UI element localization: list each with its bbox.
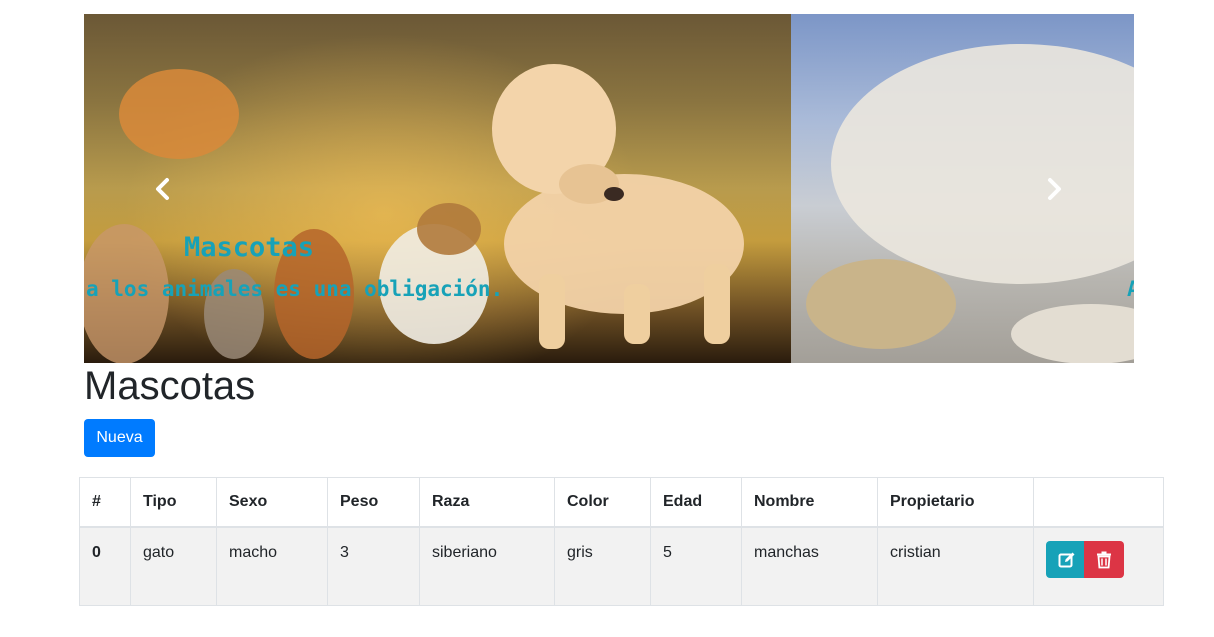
carousel-next-button[interactable] bbox=[1039, 174, 1069, 204]
column-header-edad: Edad bbox=[650, 477, 742, 528]
column-header-number: # bbox=[79, 477, 131, 528]
column-header-peso: Peso bbox=[327, 477, 420, 528]
cell-sexo: macho bbox=[216, 526, 328, 606]
cell-raza: siberiano bbox=[419, 526, 555, 606]
carousel-next-caption-peek: A bbox=[1127, 277, 1134, 301]
pets-table: # Tipo Sexo Peso Raza Color Edad Nombre … bbox=[79, 477, 1164, 606]
page-title: Mascotas bbox=[84, 364, 256, 408]
delete-button[interactable] bbox=[1084, 541, 1124, 578]
cell-color: gris bbox=[554, 526, 651, 606]
column-header-sexo: Sexo bbox=[216, 477, 328, 528]
cell-peso: 3 bbox=[327, 526, 420, 606]
image-carousel: Mascotas a los animales es una obligació… bbox=[84, 14, 1134, 363]
column-header-raza: Raza bbox=[419, 477, 555, 528]
cell-propietario: cristian bbox=[877, 526, 1034, 606]
dog-paw-illustration bbox=[806, 44, 1134, 363]
column-header-actions bbox=[1033, 477, 1164, 528]
pets-illustration bbox=[84, 64, 744, 363]
column-header-color: Color bbox=[554, 477, 651, 528]
chevron-left-icon bbox=[156, 178, 169, 200]
cell-nombre: manchas bbox=[741, 526, 878, 606]
edit-button[interactable] bbox=[1046, 541, 1088, 578]
table-row: 0 gato macho 3 siberiano gris 5 manchas … bbox=[79, 526, 1164, 606]
edit-icon bbox=[1058, 552, 1075, 567]
cell-id: 0 bbox=[79, 526, 131, 606]
carousel-slide-pets-image bbox=[84, 14, 791, 363]
column-header-nombre: Nombre bbox=[741, 477, 878, 528]
chevron-right-icon bbox=[1048, 178, 1061, 200]
carousel-slide-dog-paw-image bbox=[791, 14, 1134, 363]
table-header-row: # Tipo Sexo Peso Raza Color Edad Nombre … bbox=[79, 477, 1164, 528]
cell-tipo: gato bbox=[130, 526, 217, 606]
new-pet-button[interactable]: Nueva bbox=[84, 419, 155, 457]
carousel-prev-button[interactable] bbox=[148, 174, 178, 204]
carousel-caption-title: Mascotas bbox=[184, 232, 315, 263]
cell-edad: 5 bbox=[650, 526, 742, 606]
trash-icon bbox=[1097, 551, 1111, 568]
column-header-propietario: Propietario bbox=[877, 477, 1034, 528]
column-header-tipo: Tipo bbox=[130, 477, 217, 528]
carousel-caption-text: a los animales es una obligación. bbox=[86, 277, 504, 301]
cell-actions bbox=[1033, 526, 1164, 606]
